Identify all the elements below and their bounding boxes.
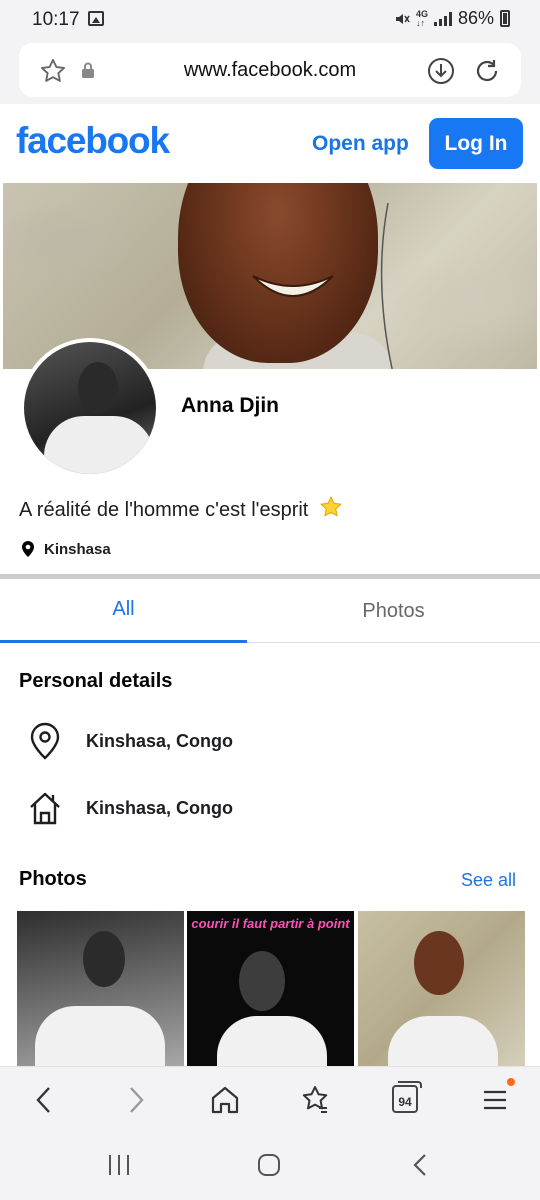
profile-bio: A réalité de l'homme c'est l'esprit: [19, 495, 344, 522]
profile-location: Kinshasa: [20, 540, 111, 558]
open-app-link[interactable]: Open app: [312, 132, 409, 156]
browser-bottom-nav: 94: [0, 1066, 540, 1132]
status-time: 10:17: [32, 9, 80, 30]
system-back-icon[interactable]: [408, 1152, 434, 1178]
menu-icon[interactable]: [482, 1084, 508, 1116]
cover-wire: [380, 203, 393, 369]
photo-thumbnail[interactable]: [358, 911, 525, 1071]
profile-name: Anna Djin: [181, 394, 279, 417]
home-button-icon[interactable]: [256, 1152, 282, 1178]
profile-picture-image: [24, 342, 156, 474]
browser-toolbar: www.facebook.com: [0, 40, 540, 104]
photos-title: Photos: [19, 868, 87, 890]
fb-header: facebook Open app Log In: [0, 104, 540, 184]
photo-thumbnail[interactable]: [17, 911, 184, 1071]
back-icon[interactable]: [32, 1084, 56, 1116]
system-nav-bar: [0, 1132, 540, 1200]
mute-icon: [395, 13, 410, 24]
facebook-logo[interactable]: facebook: [16, 120, 170, 162]
location-pin-icon: [22, 541, 34, 557]
photo-caption: courir il faut partir à point: [191, 916, 350, 931]
bio-text: A réalité de l'homme c'est l'esprit: [19, 499, 309, 521]
notification-dot: [507, 1078, 515, 1086]
forward-icon[interactable]: [124, 1084, 148, 1116]
url-bar[interactable]: www.facebook.com: [19, 43, 521, 97]
location-pin-icon: [30, 722, 60, 760]
status-bar: 10:17 4G ↓↑ 86%: [0, 0, 540, 40]
cover-smile: [252, 275, 334, 297]
battery-icon: [500, 10, 510, 27]
detail-text: Kinshasa, Congo: [86, 730, 234, 751]
star-emoji-icon: [320, 495, 342, 517]
reload-icon[interactable]: [473, 57, 501, 85]
tab-all[interactable]: All: [0, 579, 247, 643]
tab-photos[interactable]: Photos: [270, 579, 517, 643]
status-indicators: 4G ↓↑ 86%: [394, 8, 510, 29]
signal-icon: [433, 11, 452, 26]
profile-tabs: All Photos: [0, 579, 540, 643]
bookmarks-icon[interactable]: [300, 1084, 330, 1116]
photo-thumbnail[interactable]: courir il faut partir à point: [187, 911, 354, 1071]
location-text: Kinshasa: [44, 540, 111, 558]
home-icon: [30, 792, 60, 825]
network-type: 4G ↓↑: [415, 8, 428, 28]
gallery-notification-icon: [88, 11, 104, 26]
detail-text: Kinshasa, Congo: [86, 797, 234, 818]
login-button[interactable]: Log In: [429, 118, 523, 169]
personal-details-title: Personal details: [19, 670, 173, 692]
home-icon[interactable]: [210, 1084, 240, 1116]
profile-picture[interactable]: [20, 338, 160, 478]
battery-percent: 86%: [457, 8, 494, 28]
see-all-link[interactable]: See all: [461, 870, 516, 891]
detail-row-location: Kinshasa, Congo: [28, 722, 233, 760]
recent-apps-icon[interactable]: [106, 1152, 132, 1178]
download-icon[interactable]: [427, 57, 455, 85]
tabs-count-button[interactable]: 94: [392, 1081, 422, 1113]
detail-row-home: Kinshasa, Congo: [28, 790, 233, 826]
